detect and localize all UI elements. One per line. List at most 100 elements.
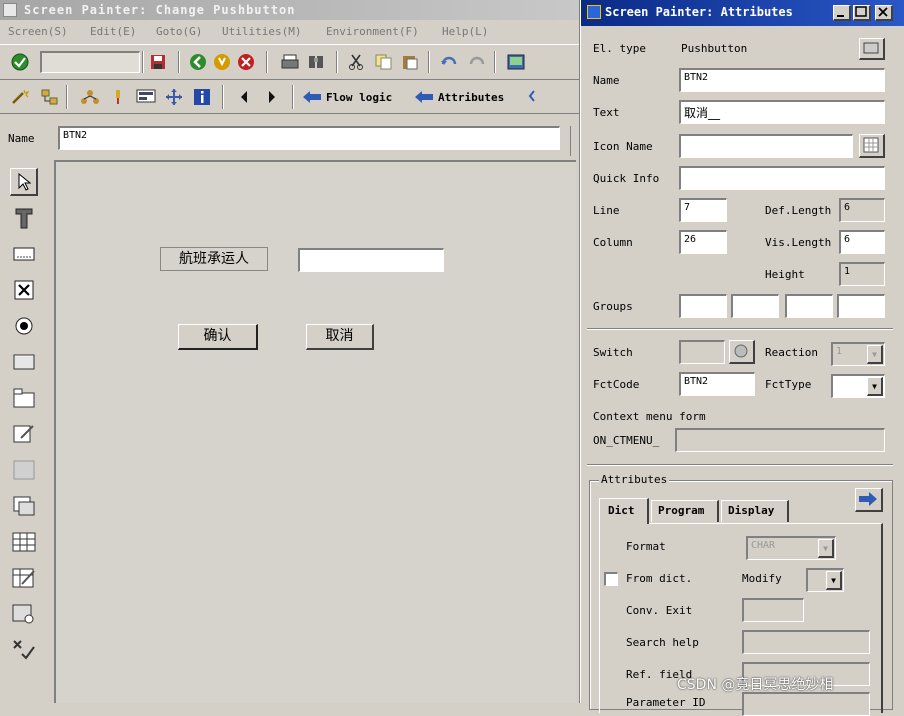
chevron-down-icon[interactable]: ▼ [826, 571, 842, 590]
window-icon [3, 3, 17, 17]
hierarchy-icon[interactable] [40, 87, 60, 107]
tab-program[interactable]: Program [651, 500, 719, 522]
find-icon[interactable] [306, 52, 326, 72]
table-wizard-tool-icon[interactable] [10, 564, 38, 592]
from-dict-checkbox[interactable] [604, 572, 618, 586]
vis-length-field[interactable]: 6 [839, 230, 885, 254]
table-control-tool-icon[interactable] [10, 528, 38, 556]
menu-edit[interactable]: Edit(E) [90, 25, 136, 38]
pushbutton-tool-icon[interactable] [10, 348, 38, 376]
exit-icon[interactable] [212, 52, 232, 72]
info-icon[interactable] [192, 87, 212, 107]
attributes-button[interactable]: Attributes [414, 87, 504, 107]
group-field-1[interactable] [679, 294, 727, 318]
confirm-button[interactable]: 确认 [178, 324, 258, 350]
menu-screen[interactable]: Screen(S) [8, 25, 68, 38]
carrier-input-field[interactable] [298, 248, 444, 272]
pin-icon[interactable] [108, 87, 128, 107]
tree-icon[interactable] [80, 87, 100, 107]
format-select[interactable]: CHAR ▼ [746, 536, 836, 560]
group-field-2[interactable] [731, 294, 779, 318]
redo-icon[interactable] [466, 52, 486, 72]
toolbar-separator [336, 51, 338, 73]
vis-length-label: Vis.Length [765, 236, 832, 249]
back-icon[interactable] [188, 52, 208, 72]
tab-display[interactable]: Display [721, 500, 789, 522]
quick-info-field[interactable] [679, 166, 885, 190]
section-divider [587, 464, 893, 466]
cancel-button[interactable]: 取消 [306, 324, 374, 350]
cut-icon[interactable] [346, 52, 366, 72]
save-icon[interactable] [148, 52, 168, 72]
command-field[interactable] [40, 51, 140, 73]
attributes-window: Screen Painter: Attributes El. type Push… [580, 0, 904, 716]
tab-program-label: Program [658, 504, 705, 517]
next-icon[interactable] [262, 87, 282, 107]
height-label: Height [765, 268, 805, 281]
cancel-icon[interactable] [236, 52, 256, 72]
context-menu-field [675, 428, 885, 452]
tabstrip-wizard-tool-icon[interactable] [10, 420, 38, 448]
radio-button-tool-icon[interactable] [10, 312, 38, 340]
icon-picker-button[interactable] [859, 134, 885, 158]
group-field-3[interactable] [785, 294, 833, 318]
layout-icon[interactable] [506, 52, 526, 72]
context-menu-label: Context menu form [593, 410, 706, 423]
custom-control-tool-icon[interactable] [10, 600, 38, 628]
chevron-down-icon[interactable]: ▼ [867, 377, 883, 396]
pointer-tool-icon[interactable] [10, 168, 38, 196]
minimize-button[interactable] [833, 5, 851, 21]
wand-icon[interactable] [10, 87, 30, 107]
status-icon-tool-icon[interactable] [10, 636, 38, 664]
icon-name-field[interactable] [679, 134, 853, 158]
fctcode-label: FctCode [593, 378, 640, 391]
move-icon[interactable] [164, 87, 184, 107]
column-field[interactable]: 26 [679, 230, 727, 254]
copy-icon[interactable] [374, 52, 394, 72]
tab-dict[interactable]: Dict [599, 498, 649, 524]
chevron-down-icon[interactable]: ▼ [818, 539, 834, 558]
name-field[interactable]: BTN2 [679, 68, 885, 92]
subscreen-tool-icon[interactable] [10, 492, 38, 520]
input-field-tool-icon[interactable] [10, 240, 38, 268]
maximize-button[interactable] [853, 5, 871, 21]
text-field-tool-icon[interactable] [10, 204, 38, 232]
flow-logic-button[interactable]: Flow logic [302, 87, 392, 107]
element-name-field[interactable]: BTN2 [58, 126, 560, 150]
previous-icon[interactable] [234, 87, 254, 107]
layout-canvas[interactable]: 航班承运人 确认 取消 [54, 160, 576, 703]
fcttype-select[interactable]: ▼ [831, 374, 885, 398]
el-type-label: El. type [593, 42, 646, 55]
line-field[interactable]: 7 [679, 198, 727, 222]
box-tool-icon[interactable] [10, 456, 38, 484]
tabstrip-tool-icon[interactable] [10, 384, 38, 412]
text-field[interactable]: 取消__ [679, 100, 885, 124]
paste-icon[interactable] [400, 52, 420, 72]
checkbox-tool-icon[interactable] [10, 276, 38, 304]
enter-check-icon[interactable] [10, 52, 30, 72]
element-list-button[interactable] [859, 38, 885, 60]
on-ctmenu-label: ON_CTMENU_ [593, 434, 660, 447]
reaction-value: 1 [836, 346, 843, 357]
group-field-4[interactable] [837, 294, 885, 318]
chevron-down-icon[interactable]: ▼ [867, 345, 883, 364]
modify-label: Modify [742, 572, 782, 585]
menu-environment[interactable]: Environment(F) [326, 25, 419, 38]
close-button[interactable] [875, 5, 893, 21]
undo-icon[interactable] [440, 52, 460, 72]
reaction-select[interactable]: 1 ▼ [831, 342, 885, 366]
window-icon [587, 5, 601, 19]
search-help-label: Search help [626, 636, 699, 649]
more-chevron-icon[interactable] [528, 90, 536, 105]
modify-select[interactable]: ▼ [806, 568, 844, 592]
menu-utilities[interactable]: Utilities(M) [222, 25, 301, 38]
next-tab-button[interactable] [855, 488, 883, 512]
switch-button[interactable] [729, 340, 755, 364]
screen-icon[interactable] [136, 87, 156, 107]
menu-goto[interactable]: Goto(G) [156, 25, 202, 38]
print-icon[interactable] [280, 52, 300, 72]
list-icon [863, 42, 879, 54]
menu-help[interactable]: Help(L) [442, 25, 488, 38]
carrier-text-label[interactable]: 航班承运人 [160, 247, 268, 271]
fctcode-field[interactable]: BTN2 [679, 372, 755, 396]
